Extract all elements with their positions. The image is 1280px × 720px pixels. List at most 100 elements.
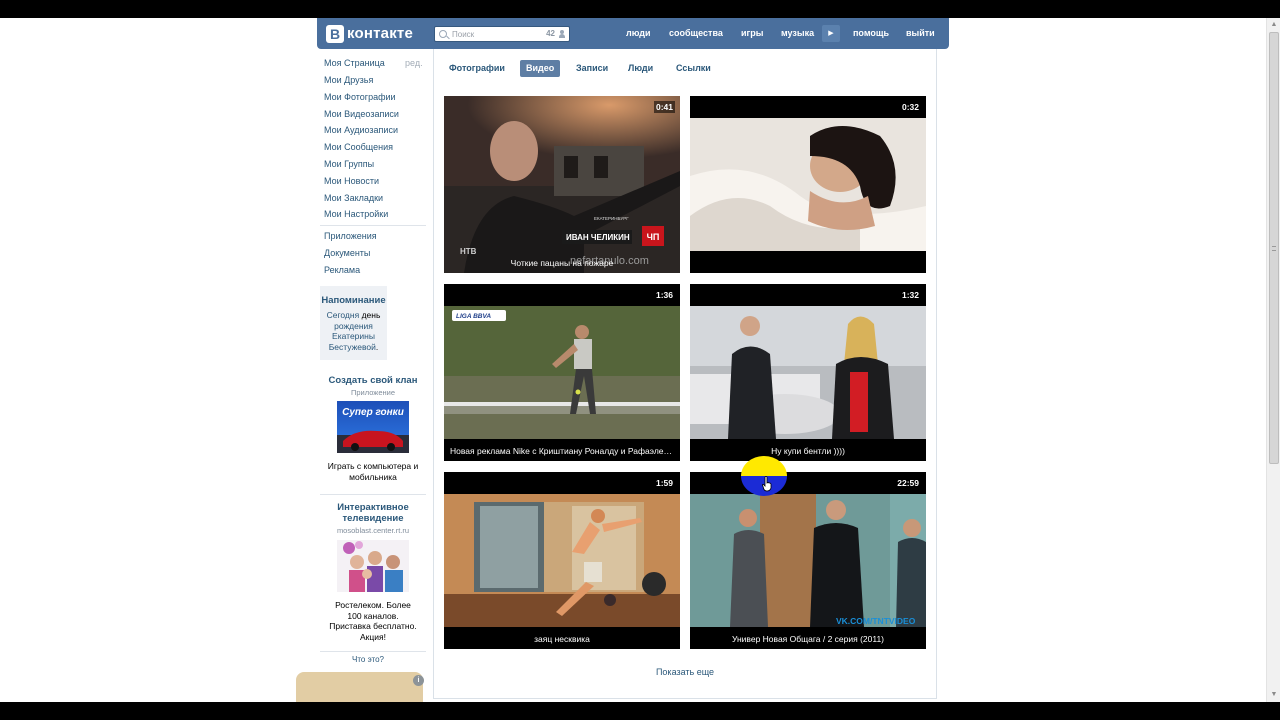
vk-logo-text: контакте	[347, 25, 414, 42]
tab-links[interactable]: Ссылки	[670, 60, 717, 77]
video-thumbnail: LIGA BBVA	[444, 284, 680, 461]
video-card[interactable]: ИВАН ЧЕЛИКИН ЕКАТЕРИНБУРГ ЧП nefartanulo…	[444, 96, 680, 273]
reminder-surname: Бестужевой	[328, 341, 376, 352]
video-title[interactable]: Универ Новая Общага / 2 серия (2011)	[690, 629, 926, 649]
video-title[interactable]: заяц несквика	[444, 629, 680, 649]
video-thumbnail	[444, 472, 680, 649]
video-title[interactable]: Чоткие пацаны на пожаре	[444, 253, 680, 273]
ad-rostelecom[interactable]: Интерактивное телевидение mosoblast.cent…	[318, 502, 428, 642]
scroll-down-icon[interactable]: ▼	[1267, 688, 1280, 702]
ad-image[interactable]	[337, 540, 409, 592]
nav-communities[interactable]: сообщества	[669, 28, 723, 38]
ad-subtitle: mosoblast.center.rt.ru	[336, 526, 410, 535]
tab-photos[interactable]: Фотографии	[443, 60, 511, 77]
video-duration: 1:32	[899, 289, 921, 301]
video-duration: 0:41	[653, 101, 675, 113]
ad-banner-partial[interactable]	[296, 672, 423, 702]
video-title[interactable]: Новая реклама Nike с Криштиану Роналду и…	[444, 441, 680, 461]
ad-image[interactable]: Супер гонки	[337, 401, 409, 453]
hand-cursor-icon	[762, 476, 772, 492]
menu-my-bookmarks[interactable]: Мои Закладки	[324, 193, 383, 203]
league-badge: LIGA BBVA	[456, 313, 491, 320]
video-duration: 0:32	[899, 101, 921, 113]
video-thumbnail: ИВАН ЧЕЛИКИН ЕКАТЕРИНБУРГ ЧП nefartanulo…	[444, 96, 680, 273]
search-count: 42	[546, 29, 555, 38]
menu-my-videos[interactable]: Мои Видеозаписи	[324, 109, 399, 119]
ad-subtitle: Приложение	[351, 388, 395, 397]
nav-help[interactable]: помощь	[853, 28, 889, 38]
tab-people[interactable]: Люди	[622, 60, 659, 77]
nav-people[interactable]: люди	[626, 28, 651, 38]
watermark: VK.COM/TNTVIDEO	[836, 616, 916, 626]
search-placeholder: Поиск	[452, 30, 475, 39]
vk-logo[interactable]: В контакте	[326, 24, 413, 43]
nav-logout[interactable]: выйти	[906, 28, 935, 38]
video-letterbox-bottom	[0, 702, 1280, 720]
video-letterbox-top	[0, 0, 1280, 18]
menu-my-audio[interactable]: Мои Аудиозаписи	[324, 125, 398, 135]
vk-logo-icon: В	[326, 24, 344, 43]
video-card[interactable]: 1:59 заяц несквика	[444, 472, 680, 649]
menu-my-news[interactable]: Мои Новости	[324, 176, 379, 186]
menu-my-messages[interactable]: Мои Сообщения	[324, 142, 393, 152]
site-header: В контакте Поиск 42 люди сообщества игры…	[317, 18, 949, 49]
what-is-this-link[interactable]: Что это?	[318, 655, 418, 664]
reminder-birthday: рождения	[334, 320, 373, 331]
video-card[interactable]: LIGA BBVA 1:36 Новая реклама Nike с Криш…	[444, 284, 680, 461]
page-scrollbar[interactable]: ▲ ▼	[1266, 18, 1280, 702]
video-duration: 1:36	[653, 289, 675, 301]
menu-my-settings[interactable]: Мои Настройки	[324, 209, 388, 219]
overlay-name: ИВАН ЧЕЛИКИН	[566, 233, 630, 242]
search-input[interactable]: Поиск 42	[434, 26, 570, 42]
reminder-today: Сегодня	[326, 310, 360, 320]
reminder-day: день	[361, 310, 381, 320]
nav-music[interactable]: музыка	[781, 28, 814, 38]
ad-title[interactable]: Интерактивное телевидение	[323, 502, 423, 524]
overlay-city: ЕКАТЕРИНБУРГ	[594, 216, 629, 221]
video-card[interactable]: 1:32 Ну купи бентли ))))	[690, 284, 926, 461]
reminder-body[interactable]: Сегодня день рождения Екатерины Бестужев…	[320, 310, 387, 352]
edit-menu-link[interactable]: ред.	[405, 58, 423, 68]
ad-racing-game[interactable]: Создать свой клан Приложение Супер гонки…	[318, 375, 428, 482]
video-title[interactable]	[690, 253, 926, 273]
menu-my-groups[interactable]: Мои Группы	[324, 159, 374, 169]
search-icon	[439, 30, 447, 38]
reminder-name: Екатерины	[332, 331, 375, 341]
menu-my-photos[interactable]: Мои Фотографии	[324, 92, 396, 102]
menu-my-friends[interactable]: Мои Друзья	[324, 75, 373, 85]
menu-apps[interactable]: Приложения	[324, 231, 377, 241]
video-duration: 22:59	[895, 477, 921, 489]
birthday-reminder: Напоминание Сегодня день рождения Екатер…	[320, 286, 387, 360]
menu-my-page[interactable]: Моя Страница	[324, 58, 385, 68]
reminder-title: Напоминание	[321, 295, 386, 306]
ad-image-text: Супер гонки	[342, 407, 404, 418]
tab-videos[interactable]: Видео	[520, 60, 561, 77]
reminder-period: .	[375, 341, 379, 352]
scroll-thumb[interactable]	[1269, 32, 1279, 464]
main-content: Фотографии Видео Записи Люди Ссылки ИВАН…	[433, 49, 937, 699]
video-thumbnail	[690, 284, 926, 461]
menu-divider	[320, 225, 426, 226]
ad-text[interactable]: Играть с компьютера и мобильника	[318, 461, 428, 482]
video-title[interactable]: Ну купи бентли ))))	[690, 441, 926, 461]
scroll-up-icon[interactable]: ▲	[1267, 18, 1280, 32]
tab-posts[interactable]: Записи	[570, 60, 614, 77]
play-icon[interactable]: ▶	[822, 25, 840, 42]
ad-title[interactable]: Создать свой клан	[318, 375, 428, 386]
scroll-grip	[1272, 246, 1276, 251]
show-more-link[interactable]: Показать еще	[434, 667, 936, 677]
info-icon[interactable]: i	[413, 675, 424, 686]
video-thumbnail	[690, 96, 926, 273]
ad-divider	[320, 494, 426, 495]
video-duration: 1:59	[653, 477, 675, 489]
menu-documents[interactable]: Документы	[324, 248, 370, 258]
ad-text[interactable]: Ростелеком. Более 100 каналов. Приставка…	[329, 600, 417, 642]
menu-ads[interactable]: Реклама	[324, 265, 360, 275]
person-icon	[559, 30, 565, 38]
nav-games[interactable]: игры	[741, 28, 763, 38]
video-card[interactable]: VK.COM/TNTVIDEO 22:59 Универ Новая Общаг…	[690, 472, 926, 649]
video-thumbnail: VK.COM/TNTVIDEO	[690, 472, 926, 649]
svg-text:ЧП: ЧП	[647, 232, 660, 242]
video-card[interactable]: 0:32	[690, 96, 926, 273]
ad-divider	[320, 651, 426, 652]
